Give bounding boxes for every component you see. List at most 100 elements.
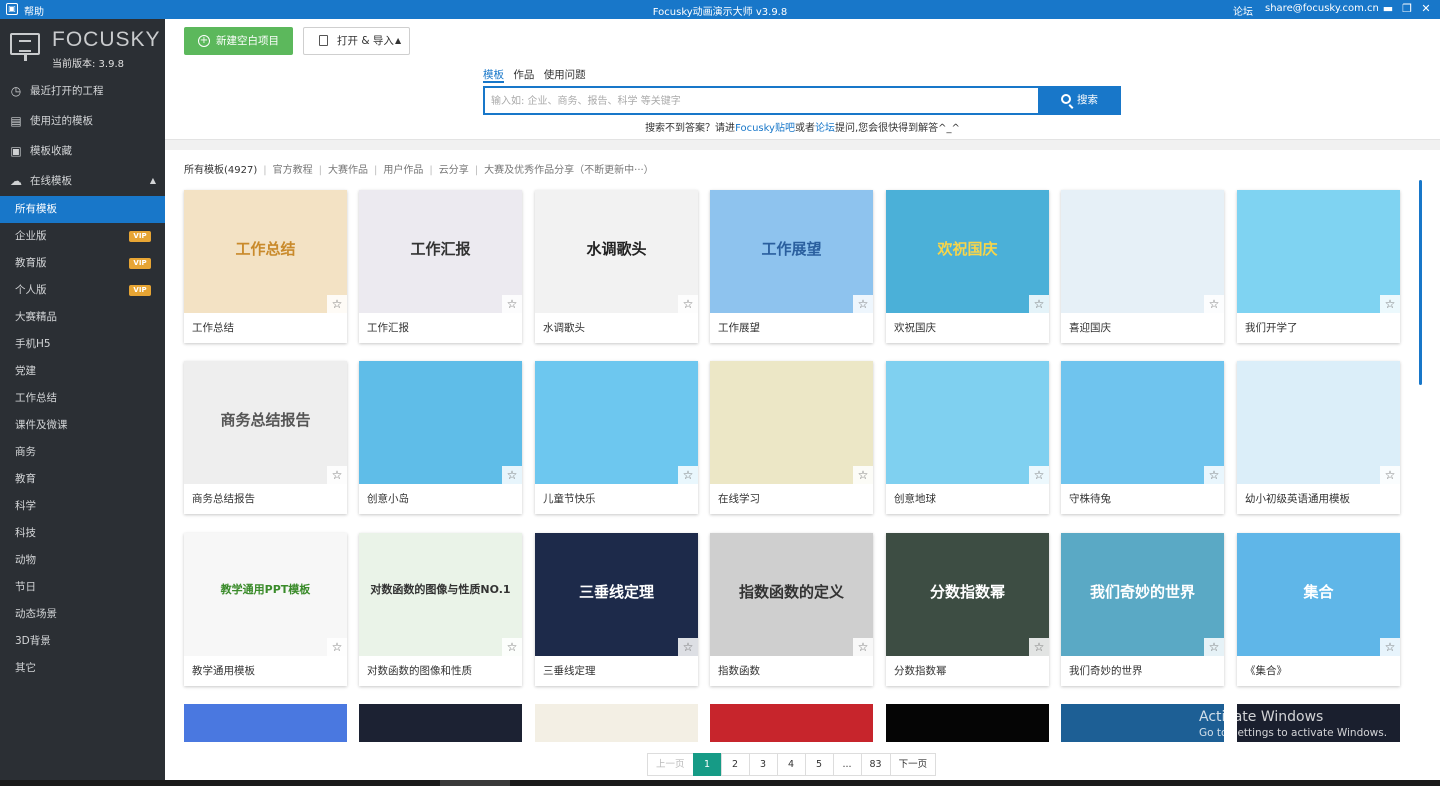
template-thumbnail[interactable]: 水调歌头 ☆ [535, 190, 698, 313]
close-icon[interactable]: ✕ [1420, 2, 1432, 16]
template-thumbnail[interactable]: 三垂线定理 ☆ [535, 533, 698, 656]
sidebar-subitem[interactable]: 教育 [0, 466, 165, 493]
star-icon[interactable]: ☆ [1380, 466, 1400, 484]
sidebar-subitem[interactable]: 手机H5 [0, 331, 165, 358]
star-icon[interactable]: ☆ [853, 638, 873, 656]
sidebar-subitem[interactable]: 其它 [0, 655, 165, 682]
template-card[interactable]: ☆ 喜迎国庆 [1061, 190, 1224, 343]
forum-hint-link[interactable]: 论坛 [815, 123, 835, 134]
template-thumbnail-partial[interactable] [535, 704, 698, 742]
template-thumbnail[interactable]: ☆ [886, 361, 1049, 484]
sidebar-subitem[interactable]: 大赛精品 [0, 304, 165, 331]
template-thumbnail[interactable]: ☆ [1061, 190, 1224, 313]
sidebar-item[interactable]: ☁ 在线模板 ▲ [0, 166, 165, 196]
page-button[interactable]: 5 [804, 753, 834, 776]
template-thumbnail[interactable]: ☆ [535, 361, 698, 484]
tab-works[interactable]: 作品 [513, 69, 534, 81]
minimize-icon[interactable]: ▬ [1382, 2, 1394, 16]
sidebar-subitem[interactable]: 工作总结 [0, 385, 165, 412]
star-icon[interactable]: ☆ [502, 295, 522, 313]
sidebar-subitem[interactable]: 课件及微课 [0, 412, 165, 439]
template-thumbnail[interactable]: ☆ [1237, 190, 1400, 313]
template-card[interactable]: ☆ 创意小岛 [359, 361, 522, 514]
tab-templates[interactable]: 模板 [483, 69, 504, 83]
category-tab[interactable]: 大赛及优秀作品分享（不断更新中···） [484, 165, 654, 176]
star-icon[interactable]: ☆ [502, 466, 522, 484]
email-link[interactable]: share@focusky.com.cn [1265, 3, 1379, 14]
sidebar-item[interactable]: ▤ 使用过的模板 [0, 106, 165, 136]
template-card[interactable]: ☆ 创意地球 [886, 361, 1049, 514]
open-import-button[interactable]: 打开 & 导入 ▲ [303, 27, 410, 55]
template-card[interactable]: ☆ 幼小初级英语通用模板 [1237, 361, 1400, 514]
template-thumbnail[interactable]: 工作汇报 ☆ [359, 190, 522, 313]
search-input[interactable] [491, 93, 1021, 109]
tab-questions[interactable]: 使用问题 [544, 69, 586, 81]
template-card[interactable]: 集合 ☆ 《集合》 [1237, 533, 1400, 686]
category-tab[interactable]: 用户作品 [383, 165, 423, 176]
template-card[interactable]: 三垂线定理 ☆ 三垂线定理 [535, 533, 698, 686]
template-thumbnail-partial[interactable] [359, 704, 522, 742]
template-card[interactable]: 水调歌头 ☆ 水调歌头 [535, 190, 698, 343]
star-icon[interactable]: ☆ [1029, 295, 1049, 313]
sidebar-subitem[interactable]: 3D背景 [0, 628, 165, 655]
star-icon[interactable]: ☆ [1029, 466, 1049, 484]
page-button[interactable]: 3 [748, 753, 778, 776]
page-button[interactable]: 1 [692, 753, 722, 776]
template-thumbnail[interactable]: ☆ [1061, 361, 1224, 484]
sidebar-subitem[interactable]: 企业版 VIP [0, 223, 165, 250]
star-icon[interactable]: ☆ [678, 295, 698, 313]
next-page-button[interactable]: 下一页 [889, 753, 937, 776]
star-icon[interactable]: ☆ [327, 638, 347, 656]
sidebar-item[interactable]: ◷ 最近打开的工程 [0, 76, 165, 106]
template-thumbnail[interactable]: ☆ [1237, 361, 1400, 484]
restore-icon[interactable]: ❐ [1401, 2, 1413, 16]
page-button[interactable]: 4 [776, 753, 806, 776]
sidebar-subitem[interactable]: 商务 [0, 439, 165, 466]
template-thumbnail[interactable]: 指数函数的定义 ☆ [710, 533, 873, 656]
star-icon[interactable]: ☆ [1380, 295, 1400, 313]
star-icon[interactable]: ☆ [853, 295, 873, 313]
sidebar-subitem[interactable]: 教育版 VIP [0, 250, 165, 277]
template-thumbnail-partial[interactable] [710, 704, 873, 742]
template-card[interactable]: 教学通用PPT模板 ☆ 教学通用模板 [184, 533, 347, 686]
template-thumbnail[interactable]: ☆ [359, 361, 522, 484]
star-icon[interactable]: ☆ [327, 295, 347, 313]
star-icon[interactable]: ☆ [502, 638, 522, 656]
star-icon[interactable]: ☆ [678, 466, 698, 484]
category-tab[interactable]: 云分享 [439, 165, 469, 176]
category-tab[interactable]: 所有模板(4927) [184, 165, 257, 176]
star-icon[interactable]: ☆ [1029, 638, 1049, 656]
template-thumbnail[interactable]: 我们奇妙的世界 ☆ [1061, 533, 1224, 656]
star-icon[interactable]: ☆ [327, 466, 347, 484]
scrollbar[interactable] [1419, 180, 1422, 385]
template-thumbnail[interactable]: 商务总结报告 ☆ [184, 361, 347, 484]
prev-page-button[interactable]: 上一页 [647, 753, 694, 776]
search-button[interactable]: 搜索 [1039, 86, 1121, 115]
template-thumbnail[interactable]: 教学通用PPT模板 ☆ [184, 533, 347, 656]
template-card[interactable]: 工作总结 ☆ 工作总结 [184, 190, 347, 343]
template-thumbnail-partial[interactable] [184, 704, 347, 742]
sidebar-subitem[interactable]: 科学 [0, 493, 165, 520]
sidebar-subitem[interactable]: 所有模板 [0, 196, 165, 223]
template-card[interactable]: 商务总结报告 ☆ 商务总结报告 [184, 361, 347, 514]
template-thumbnail[interactable]: 工作总结 ☆ [184, 190, 347, 313]
template-thumbnail[interactable]: 对数函数的图像与性质NO.1 ☆ [359, 533, 522, 656]
sidebar-subitem[interactable]: 个人版 VIP [0, 277, 165, 304]
template-card[interactable]: 分数指数幂 ☆ 分数指数幂 [886, 533, 1049, 686]
template-card[interactable]: ☆ 儿童节快乐 [535, 361, 698, 514]
template-thumbnail[interactable]: 工作展望 ☆ [710, 190, 873, 313]
category-tab[interactable]: 大赛作品 [328, 165, 368, 176]
star-icon[interactable]: ☆ [678, 638, 698, 656]
new-project-button[interactable]: + 新建空白项目 [184, 27, 293, 55]
template-card[interactable]: 指数函数的定义 ☆ 指数函数 [710, 533, 873, 686]
template-card[interactable]: ☆ 我们开学了 [1237, 190, 1400, 343]
template-thumbnail[interactable]: 集合 ☆ [1237, 533, 1400, 656]
template-card[interactable]: 我们奇妙的世界 ☆ 我们奇妙的世界 [1061, 533, 1224, 686]
tieba-link[interactable]: Focusky贴吧 [735, 123, 795, 134]
forum-link[interactable]: 论坛 [1233, 3, 1253, 18]
template-card[interactable]: ☆ 守株待兔 [1061, 361, 1224, 514]
star-icon[interactable]: ☆ [1204, 466, 1224, 484]
sidebar-item[interactable]: ▣ 模板收藏 [0, 136, 165, 166]
sidebar-subitem[interactable]: 节日 [0, 574, 165, 601]
template-card[interactable]: 工作汇报 ☆ 工作汇报 [359, 190, 522, 343]
